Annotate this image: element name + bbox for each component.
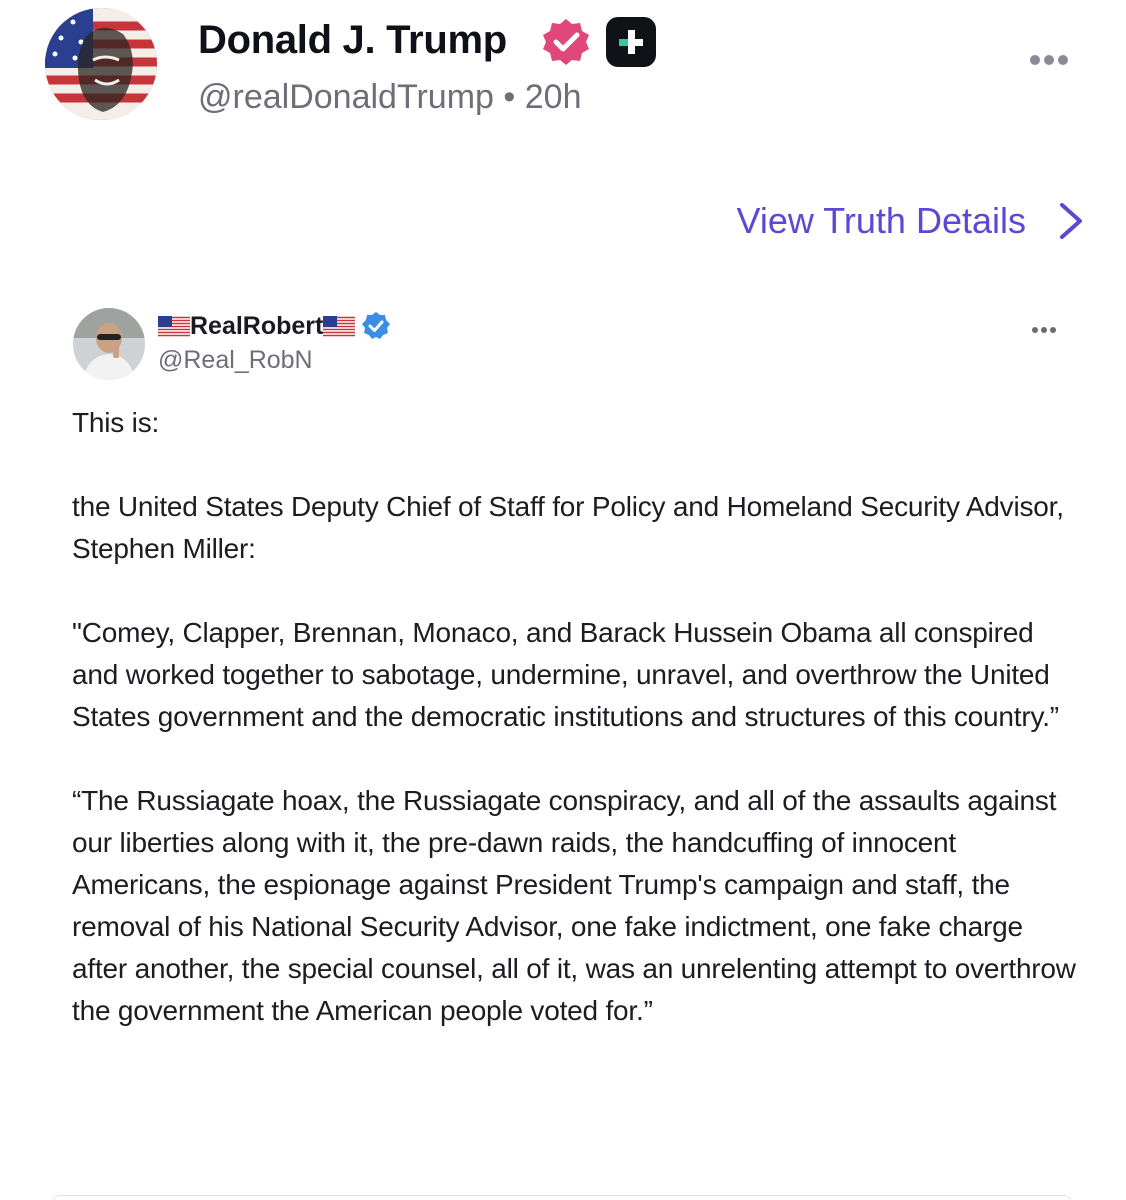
quoted-avatar-image — [73, 308, 145, 380]
separator-dot: • — [503, 78, 516, 116]
author-handle[interactable]: @realDonaldTrump — [198, 78, 494, 116]
post-header: Donald J. Trump @realDonaldTrump • 20h — [0, 0, 1126, 130]
author-name[interactable]: Donald J. Trump — [198, 18, 507, 63]
quoted-name-row: RealRobert — [158, 310, 391, 342]
quoted-paragraph: "Comey, Clapper, Brennan, Monaco, and Ba… — [72, 617, 1059, 732]
post-time[interactable]: 20h — [525, 78, 582, 116]
view-truth-details-link[interactable]: View Truth Details — [737, 196, 1086, 246]
next-card-edge — [52, 1195, 1072, 1200]
us-flag-icon — [323, 315, 356, 337]
quoted-post-body: This is: the United States Deputy Chief … — [72, 402, 1082, 1074]
quoted-author-handle[interactable]: @Real_RobN — [158, 346, 313, 375]
avatar-image — [45, 8, 157, 120]
quoted-paragraph: “The Russiagate hoax, the Russiagate con… — [72, 785, 1076, 1026]
author-handle-line: @realDonaldTrump • 20h — [198, 78, 581, 117]
verified-badge-icon — [543, 19, 589, 65]
chevron-right-icon — [1060, 203, 1082, 239]
quoted-paragraph: This is: — [72, 407, 160, 438]
plus-badge-icon — [606, 17, 656, 67]
more-options-icon[interactable] — [1030, 52, 1078, 76]
quoted-paragraph: the United States Deputy Chief of Staff … — [72, 491, 1064, 564]
quoted-post[interactable]: RealRobert @Real_RobN This is: the Unite… — [0, 290, 1126, 1200]
quoted-author-name[interactable]: RealRobert — [190, 312, 323, 341]
author-avatar[interactable] — [45, 8, 157, 120]
verified-check-icon — [362, 312, 391, 339]
quoted-more-options-icon[interactable] — [1032, 320, 1062, 333]
us-flag-icon — [158, 315, 190, 337]
view-truth-details-label: View Truth Details — [736, 200, 1026, 241]
quoted-author-avatar[interactable] — [73, 308, 145, 380]
